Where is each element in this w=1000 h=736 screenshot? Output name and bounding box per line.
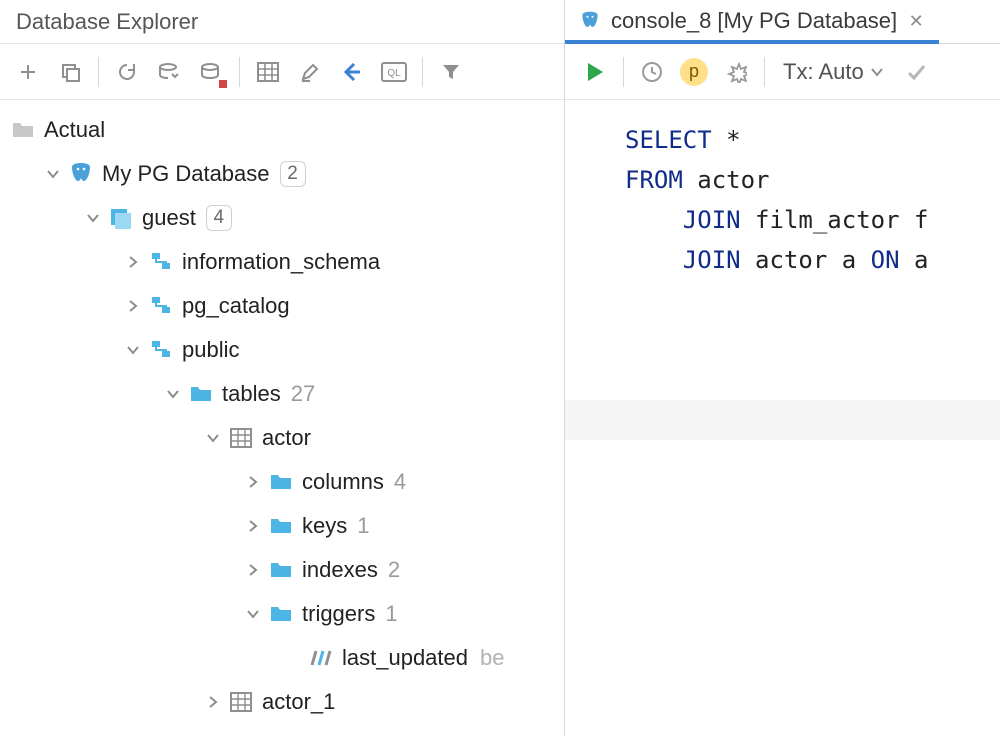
tree-tables[interactable]: tables 27 — [0, 372, 564, 416]
chevron-down-icon[interactable] — [40, 167, 66, 181]
close-icon[interactable]: ✕ — [907, 11, 925, 32]
stack-icon — [106, 207, 136, 229]
node-label: guest — [142, 205, 196, 231]
tree-indexes[interactable]: indexes 2 — [0, 548, 564, 592]
chevron-down-icon[interactable] — [120, 343, 146, 357]
tree-triggers[interactable]: triggers 1 — [0, 592, 564, 636]
node-label: tables — [222, 381, 281, 407]
chevron-down-icon[interactable] — [160, 387, 186, 401]
chevron-right-icon[interactable] — [120, 299, 146, 313]
chevron-down-icon[interactable] — [200, 431, 226, 445]
folder-icon — [266, 604, 296, 624]
settings-button[interactable] — [716, 52, 756, 92]
node-label: Actual — [44, 117, 105, 143]
folder-icon — [266, 560, 296, 580]
tx-mode-dropdown[interactable]: Tx: Auto — [773, 59, 894, 85]
current-line-highlight — [565, 400, 1000, 440]
node-label: columns — [302, 469, 384, 495]
toolbar-separator — [422, 57, 423, 87]
tree-table-actor1[interactable]: actor_1 — [0, 680, 564, 724]
count-text: 1 — [357, 513, 369, 539]
chevron-down-icon[interactable] — [80, 211, 106, 225]
tab-label: console_8 [My PG Database] — [611, 8, 897, 34]
node-label: last_updated — [342, 645, 468, 671]
table-icon — [226, 428, 256, 448]
node-label: public — [182, 337, 239, 363]
svg-text:QL: QL — [387, 68, 401, 79]
tx-label: Tx: Auto — [783, 59, 864, 85]
node-label: keys — [302, 513, 347, 539]
refresh-button[interactable] — [107, 52, 147, 92]
chevron-right-icon[interactable] — [240, 563, 266, 577]
edit-button[interactable] — [290, 52, 330, 92]
tree-schema-public[interactable]: public — [0, 328, 564, 372]
tree-database[interactable]: My PG Database 2 — [0, 152, 564, 196]
chevron-right-icon[interactable] — [240, 519, 266, 533]
postgres-icon — [66, 161, 96, 187]
db-stop-button[interactable] — [191, 52, 231, 92]
count-badge: 4 — [206, 205, 232, 231]
table-icon — [226, 692, 256, 712]
count-badge: 2 — [280, 161, 306, 187]
folder-icon — [186, 384, 216, 404]
node-label: triggers — [302, 601, 375, 627]
sync-button[interactable] — [149, 52, 189, 92]
count-text: 27 — [291, 381, 315, 407]
explorer-toolbar: QL — [0, 44, 564, 100]
run-button[interactable] — [575, 52, 615, 92]
grid-button[interactable] — [248, 52, 288, 92]
tab-console[interactable]: console_8 [My PG Database] ✕ — [565, 0, 939, 43]
jump-button[interactable] — [332, 52, 372, 92]
postgres-icon — [579, 10, 601, 32]
node-label: My PG Database — [102, 161, 270, 187]
tree-keys[interactable]: keys 1 — [0, 504, 564, 548]
profile-letter: p — [689, 61, 699, 82]
commit-button[interactable] — [896, 52, 936, 92]
node-trailing: be — [480, 645, 504, 671]
tab-active-indicator — [565, 40, 939, 44]
tree-columns[interactable]: columns 4 — [0, 460, 564, 504]
schema-icon — [146, 251, 176, 273]
count-text: 2 — [388, 557, 400, 583]
chevron-down-icon — [870, 65, 884, 79]
tree-table-actor[interactable]: actor — [0, 416, 564, 460]
schema-icon — [146, 339, 176, 361]
node-label: actor_1 — [262, 689, 335, 715]
sql-editor[interactable]: SELECT * FROM actor JOIN film_actor f JO… — [565, 100, 1000, 736]
tree-schema[interactable]: pg_catalog — [0, 284, 564, 328]
toolbar-separator — [623, 57, 624, 87]
chevron-down-icon[interactable] — [240, 607, 266, 621]
node-label: information_schema — [182, 249, 380, 275]
sql-console-button[interactable]: QL — [374, 52, 414, 92]
duplicate-button[interactable] — [50, 52, 90, 92]
tree-schema[interactable]: information_schema — [0, 240, 564, 284]
add-button[interactable] — [8, 52, 48, 92]
node-label: indexes — [302, 557, 378, 583]
panel-title: Database Explorer — [0, 0, 564, 44]
history-button[interactable] — [632, 52, 672, 92]
chevron-right-icon[interactable] — [200, 695, 226, 709]
chevron-right-icon[interactable] — [120, 255, 146, 269]
profile-badge[interactable]: p — [674, 52, 714, 92]
toolbar-separator — [98, 57, 99, 87]
trigger-icon — [306, 648, 336, 668]
editor-tabs: console_8 [My PG Database] ✕ — [565, 0, 1000, 44]
count-text: 1 — [385, 601, 397, 627]
folder-icon — [8, 120, 38, 140]
count-text: 4 — [394, 469, 406, 495]
toolbar-separator — [239, 57, 240, 87]
folder-icon — [266, 472, 296, 492]
tree-root[interactable]: Actual — [0, 108, 564, 152]
folder-icon — [266, 516, 296, 536]
tree-connection[interactable]: guest 4 — [0, 196, 564, 240]
chevron-right-icon[interactable] — [240, 475, 266, 489]
node-label: pg_catalog — [182, 293, 290, 319]
tree-trigger-item[interactable]: last_updated be — [0, 636, 564, 680]
schema-icon — [146, 295, 176, 317]
console-toolbar: p Tx: Auto — [565, 44, 1000, 100]
database-tree: Actual My PG Database 2 guest 4 — [0, 100, 564, 736]
node-label: actor — [262, 425, 311, 451]
toolbar-separator — [764, 57, 765, 87]
filter-button[interactable] — [431, 52, 471, 92]
